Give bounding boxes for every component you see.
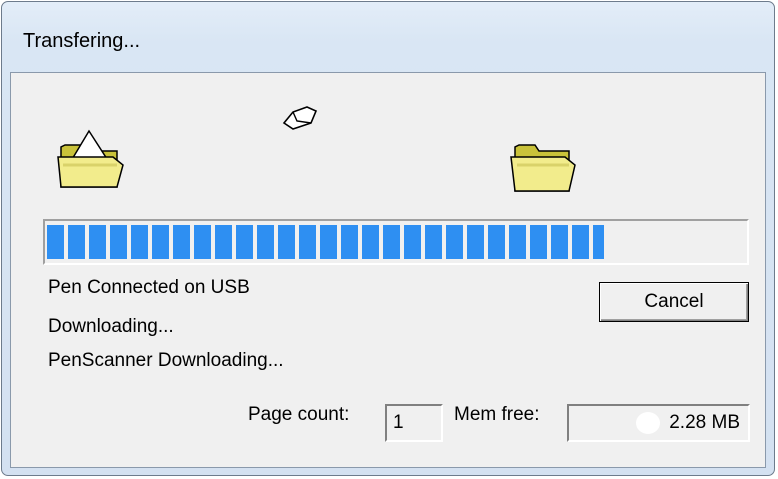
progress-segment <box>215 225 232 259</box>
progress-segment <box>320 225 337 259</box>
progress-segment <box>47 225 64 259</box>
progress-segment <box>131 225 148 259</box>
progress-segment <box>572 225 589 259</box>
progress-segment <box>341 225 358 259</box>
mem-free-field: 2.28 MB <box>567 404 750 442</box>
transfer-dialog: Transfering... Pen Connected on USB Down… <box>1 1 775 476</box>
progress-segment <box>593 225 604 259</box>
dialog-body: Pen Connected on USB Downloading... PenS… <box>10 72 766 468</box>
progress-segment <box>194 225 211 259</box>
progress-segment <box>446 225 463 259</box>
page-count-label: Page count: <box>248 404 350 425</box>
progress-segment <box>488 225 505 259</box>
progress-segment <box>404 225 421 259</box>
progress-segment <box>425 225 442 259</box>
transfer-progress-bar <box>43 219 749 265</box>
open-folder-with-document-icon <box>55 125 127 191</box>
progress-segment <box>68 225 85 259</box>
scanner-status-text: PenScanner Downloading... <box>48 350 284 371</box>
progress-fill <box>47 225 604 259</box>
progress-segment <box>530 225 547 259</box>
mem-free-label: Mem free: <box>454 404 540 425</box>
download-status-text: Downloading... <box>48 316 174 337</box>
cancel-button[interactable]: Cancel <box>599 282 749 322</box>
progress-segment <box>152 225 169 259</box>
progress-segment <box>299 225 316 259</box>
connection-status-text: Pen Connected on USB <box>48 277 250 298</box>
progress-segment <box>236 225 253 259</box>
mem-free-value: 2.28 MB <box>669 412 740 433</box>
progress-segment <box>278 225 295 259</box>
redaction-blob <box>636 412 660 434</box>
progress-segment <box>173 225 190 259</box>
open-folder-icon <box>507 135 579 201</box>
progress-segment <box>509 225 526 259</box>
progress-segment <box>362 225 379 259</box>
progress-segment <box>89 225 106 259</box>
progress-segment <box>383 225 400 259</box>
flying-document-icon <box>281 103 319 133</box>
progress-segment <box>551 225 568 259</box>
progress-segment <box>257 225 274 259</box>
page-count-field: 1 <box>385 404 443 442</box>
window-title: Transfering... <box>23 30 141 52</box>
progress-segment <box>110 225 127 259</box>
progress-segment <box>467 225 484 259</box>
